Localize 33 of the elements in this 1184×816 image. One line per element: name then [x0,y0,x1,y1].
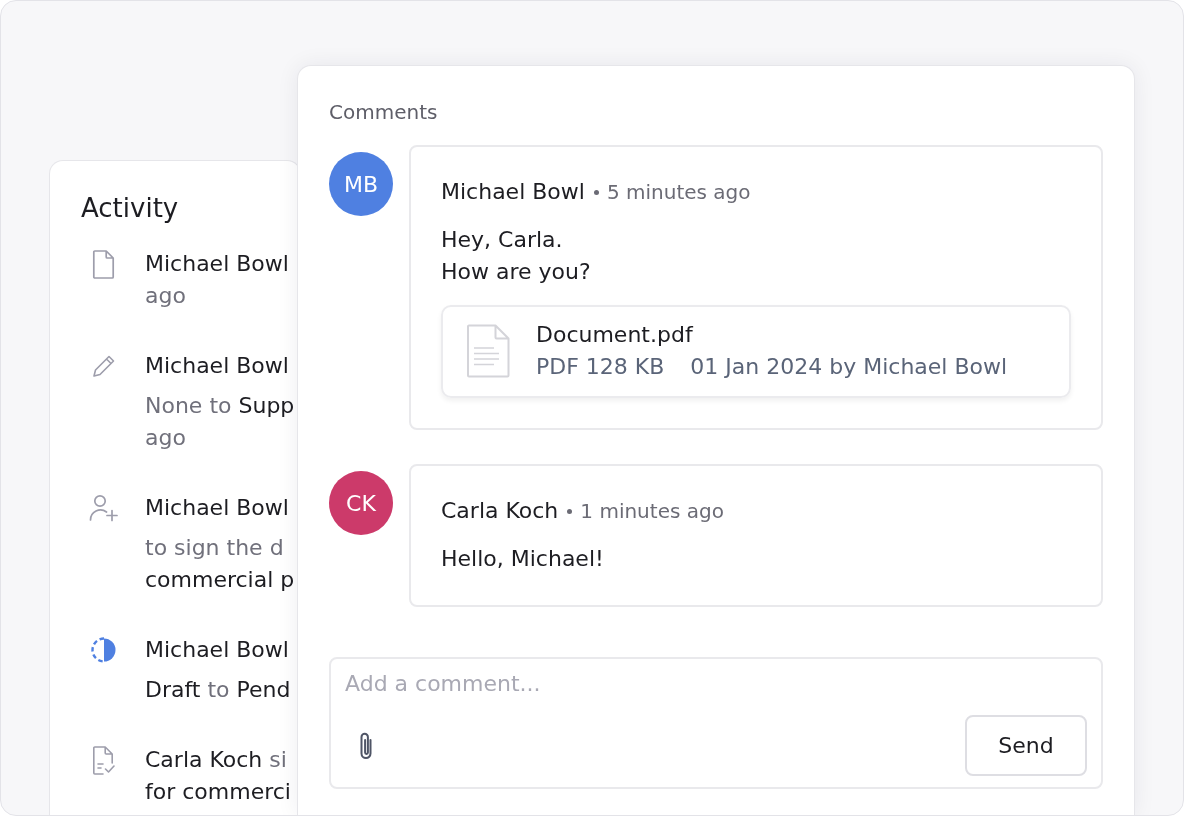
separator-dot-icon [593,189,599,195]
user-plus-icon [89,494,119,522]
comment-time: 5 minutes ago [606,179,751,206]
file-size: PDF 128 KB [536,353,665,381]
comment-author: Carla Koch [441,497,559,525]
separator-dot-icon [567,508,573,514]
comment-text: Hello, Michael! [441,545,604,573]
document-icon [92,249,116,279]
file-details: 01 Jan 2024 by Michael Bowl [690,353,1008,381]
document-check-icon [92,745,116,775]
attachment-card[interactable]: Document.pdf PDF 128 KB 01 Jan 2024 by Michael Bowl [441,305,1071,398]
activity-text: Michael Bowl ago [145,250,289,310]
activity-text: None to Supp ago [145,392,295,452]
activity-text: Michael Bowl [145,352,289,380]
comment-author: Michael Bowl [441,178,585,206]
comment-input[interactable]: Add a comment... [345,669,1087,699]
pencil-icon [92,354,116,378]
half-circle-icon [90,636,118,664]
comment-time: 1 minutes ago [580,498,724,525]
paperclip-icon[interactable] [358,730,374,761]
comment-text: Hey, Carla. How are you? [441,226,591,286]
file-name: Document.pdf [536,321,693,349]
activity-text: Carla Koch si for commerci [145,746,291,806]
activity-text: Michael Bowl [145,494,289,522]
send-button[interactable]: Send [965,715,1087,776]
activity-text: Michael Bowl [145,636,289,664]
comments-title: Comments [329,99,438,126]
document-icon [466,324,510,378]
activity-text: to sign the d commercial p [145,534,295,594]
activity-title: Activity [81,192,179,225]
activity-text: Draft to Pend [145,676,291,704]
avatar: MB [329,152,393,216]
avatar: CK [329,471,393,535]
